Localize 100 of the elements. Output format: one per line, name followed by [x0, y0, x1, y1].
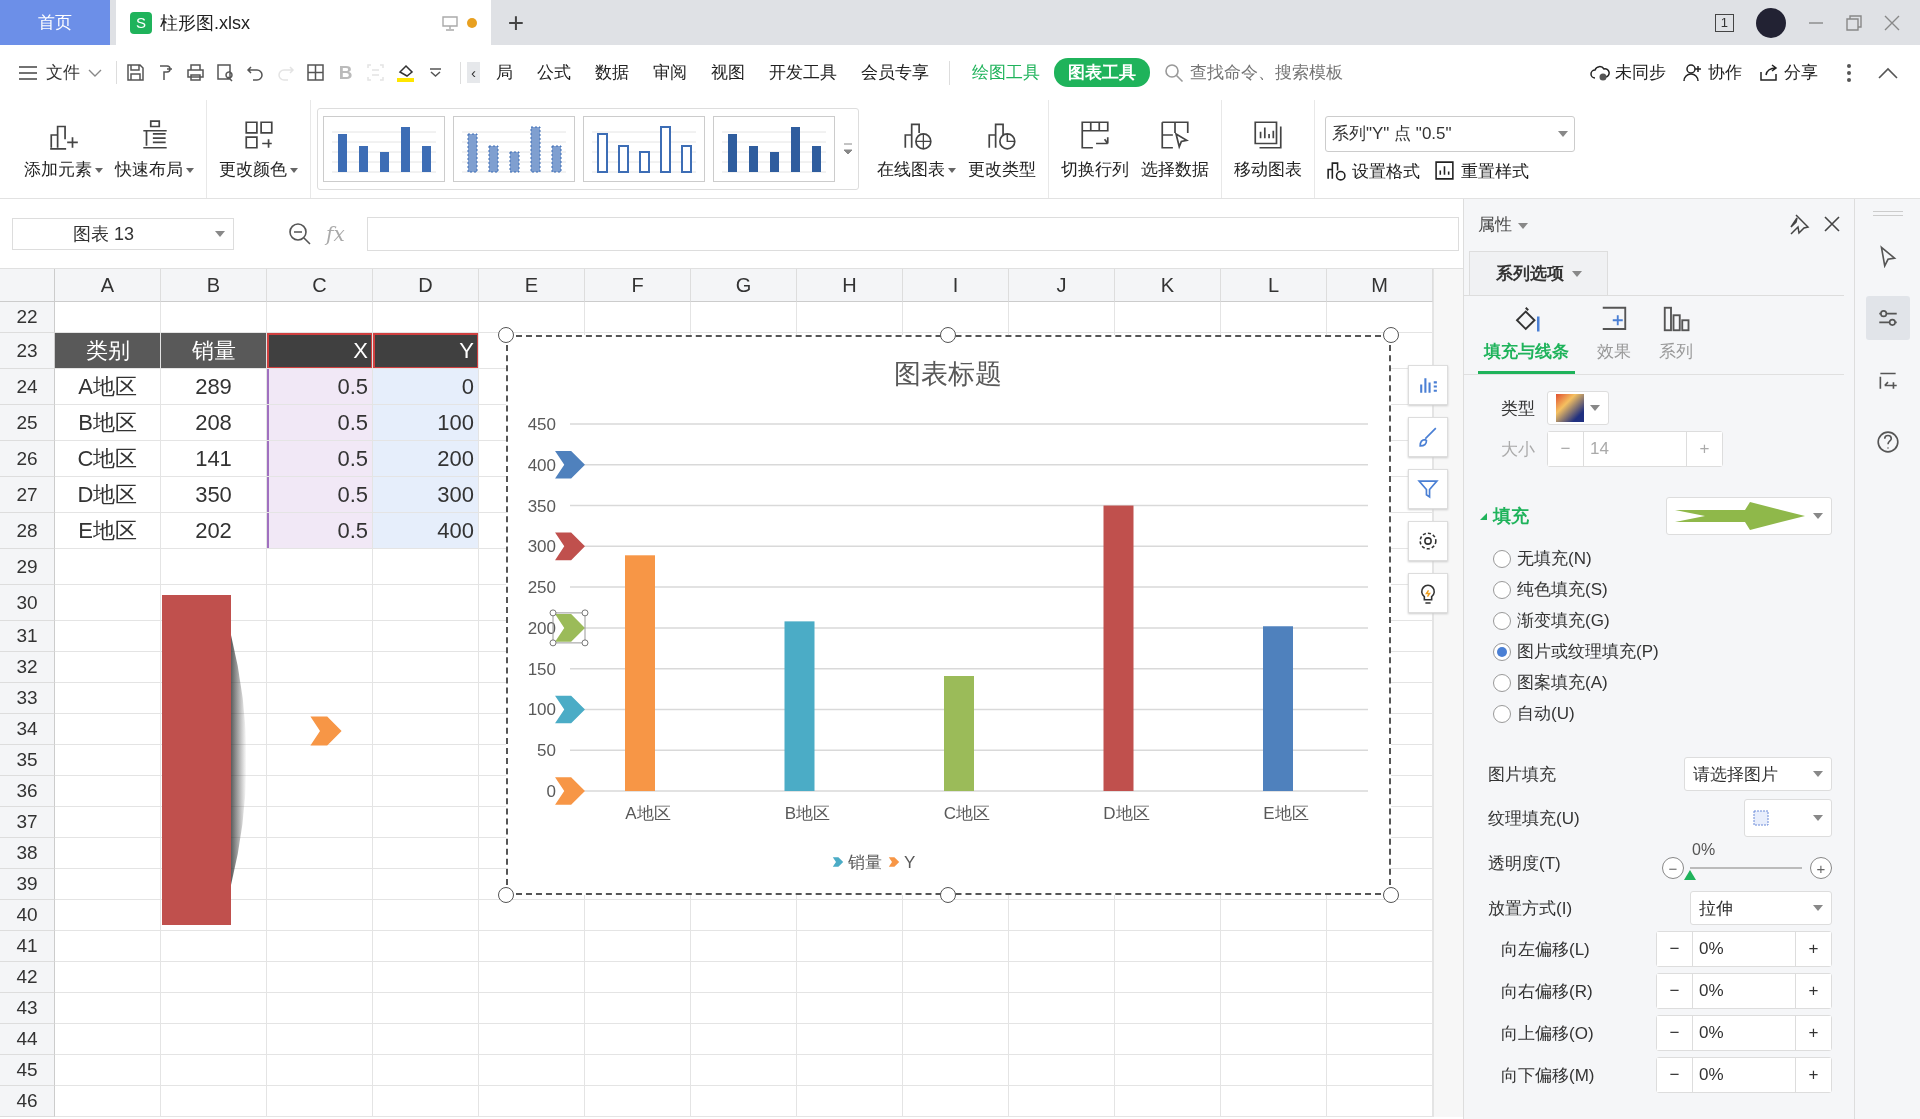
column-header[interactable]: J — [1009, 269, 1115, 302]
search-field[interactable]: 查找命令、搜索模板 — [1164, 61, 1382, 84]
row-header[interactable]: 35 — [0, 745, 55, 776]
more-icon[interactable] — [1846, 62, 1852, 83]
menu-tab[interactable]: 视图 — [699, 61, 757, 84]
more-styles-icon[interactable] — [843, 142, 853, 156]
radio-option[interactable]: 无填充(N) — [1493, 547, 1854, 570]
close-icon[interactable] — [1824, 216, 1840, 232]
arrow-marker[interactable] — [555, 614, 585, 642]
column-header[interactable]: F — [585, 269, 691, 302]
save-icon[interactable] — [125, 62, 146, 83]
row-header[interactable]: 32 — [0, 652, 55, 683]
ribbon-button[interactable]: 设置格式 — [1325, 159, 1420, 183]
row-header[interactable]: 44 — [0, 1024, 55, 1055]
window-count-icon[interactable]: 1 — [1714, 13, 1734, 32]
row-header[interactable]: 28 — [0, 513, 55, 549]
offset-stepper[interactable]: − 0% + — [1656, 1015, 1832, 1051]
ribbon-button[interactable]: 添加元素 — [18, 113, 109, 185]
row-header[interactable]: 31 — [0, 621, 55, 652]
column-header[interactable]: D — [373, 269, 479, 302]
fill-color-icon[interactable] — [395, 62, 416, 83]
ribbon-button[interactable]: 选择数据 — [1135, 113, 1215, 185]
grid-icon[interactable] — [305, 62, 326, 83]
row-header[interactable]: 22 — [0, 302, 55, 333]
row-header[interactable]: 26 — [0, 441, 55, 477]
offset-stepper[interactable]: − 0% + — [1656, 1057, 1832, 1093]
radio-option[interactable]: 自动(U) — [1493, 702, 1854, 725]
element-selector[interactable]: 系列"Y" 点 "0.5" — [1325, 115, 1575, 152]
radio-option[interactable]: 图案填充(A) — [1493, 671, 1854, 694]
arrow-marker[interactable] — [555, 451, 585, 479]
restore-icon[interactable] — [1846, 14, 1862, 31]
row-header[interactable]: 42 — [0, 962, 55, 993]
expand-icon[interactable] — [1480, 512, 1487, 520]
file-menu[interactable]: 文件 — [18, 61, 117, 84]
formula-input[interactable] — [366, 216, 1459, 251]
row-header[interactable]: 36 — [0, 776, 55, 807]
row-header[interactable]: 39 — [0, 869, 55, 900]
drag-handle-icon[interactable] — [1872, 211, 1903, 216]
offset-stepper[interactable]: − 0% + — [1656, 931, 1832, 967]
menu-tab[interactable]: 审阅 — [641, 61, 699, 84]
placement-dropdown[interactable]: 拉伸 — [1690, 891, 1832, 925]
chart-style-thumbnail[interactable] — [583, 116, 705, 182]
row-header[interactable]: 37 — [0, 807, 55, 838]
caret-icon[interactable] — [1813, 513, 1823, 519]
radio-option[interactable]: 纯色填充(S) — [1493, 578, 1854, 601]
row-header[interactable]: 33 — [0, 683, 55, 714]
zoom-icon[interactable] — [288, 221, 312, 246]
column-header[interactable]: G — [691, 269, 797, 302]
caret-icon[interactable] — [1558, 130, 1568, 137]
preview-icon[interactable] — [215, 62, 236, 83]
caret-icon[interactable] — [290, 167, 298, 173]
menu-tab[interactable]: 公式 — [525, 61, 583, 84]
arrow-marker[interactable] — [555, 532, 585, 561]
caret-icon[interactable] — [1571, 270, 1582, 277]
avatar[interactable] — [1756, 7, 1786, 38]
resize-handle[interactable] — [1383, 327, 1399, 343]
toolbar-action[interactable]: 协作 — [1682, 61, 1742, 84]
row-header[interactable]: 45 — [0, 1055, 55, 1086]
chart-bar[interactable] — [1103, 505, 1134, 791]
chart-tool-button[interactable] — [1408, 573, 1448, 613]
row-header[interactable]: 27 — [0, 477, 55, 513]
caret-icon[interactable] — [186, 167, 194, 173]
caret-icon[interactable] — [1590, 405, 1600, 411]
row-header[interactable]: 25 — [0, 405, 55, 441]
resize-handle[interactable] — [940, 327, 956, 343]
row-header[interactable]: 40 — [0, 900, 55, 931]
row-header[interactable]: 46 — [0, 1086, 55, 1117]
radio-option[interactable]: 图片或纹理填充(P) — [1493, 640, 1854, 663]
pin-icon[interactable] — [1788, 213, 1810, 235]
print-icon[interactable] — [185, 62, 206, 83]
picture-dropdown[interactable]: 请选择图片 — [1684, 757, 1832, 791]
menu-tab[interactable]: 会员专享 — [849, 61, 941, 84]
column-header[interactable]: B — [161, 269, 267, 302]
caret-icon[interactable] — [948, 167, 956, 173]
new-tab-button[interactable]: + — [491, 0, 541, 45]
column-header[interactable]: A — [55, 269, 161, 302]
caret-icon[interactable] — [1813, 815, 1823, 821]
row-header[interactable]: 24 — [0, 369, 55, 405]
row-header[interactable]: 41 — [0, 931, 55, 962]
name-box[interactable]: 图表 13 — [12, 217, 234, 250]
legend-label[interactable]: Y — [904, 853, 916, 872]
side-button[interactable] — [1865, 296, 1910, 340]
ribbon-button[interactable]: 切换行列 — [1055, 113, 1135, 185]
arrow-marker[interactable] — [555, 777, 585, 805]
caret-icon[interactable] — [1813, 771, 1823, 777]
ribbon-button[interactable]: 移动图表 — [1228, 113, 1308, 185]
caret-icon[interactable] — [95, 167, 103, 173]
file-tab[interactable]: S 柱形图.xlsx — [116, 0, 491, 45]
options-tab[interactable]: 系列选项 — [1469, 251, 1608, 295]
column-header[interactable]: L — [1221, 269, 1327, 302]
chart-style-thumbnail[interactable] — [713, 116, 835, 182]
menu-tab[interactable]: 数据 — [583, 61, 641, 84]
column-header[interactable]: H — [797, 269, 903, 302]
collapse-icon[interactable] — [1878, 66, 1898, 79]
increase-button[interactable]: + — [1810, 857, 1832, 879]
row-header[interactable]: 43 — [0, 993, 55, 1024]
panel-title[interactable]: 属性 — [1478, 212, 1512, 236]
slider-thumb[interactable] — [1684, 870, 1696, 880]
column-header[interactable]: C — [267, 269, 373, 302]
resize-handle[interactable] — [498, 327, 514, 343]
